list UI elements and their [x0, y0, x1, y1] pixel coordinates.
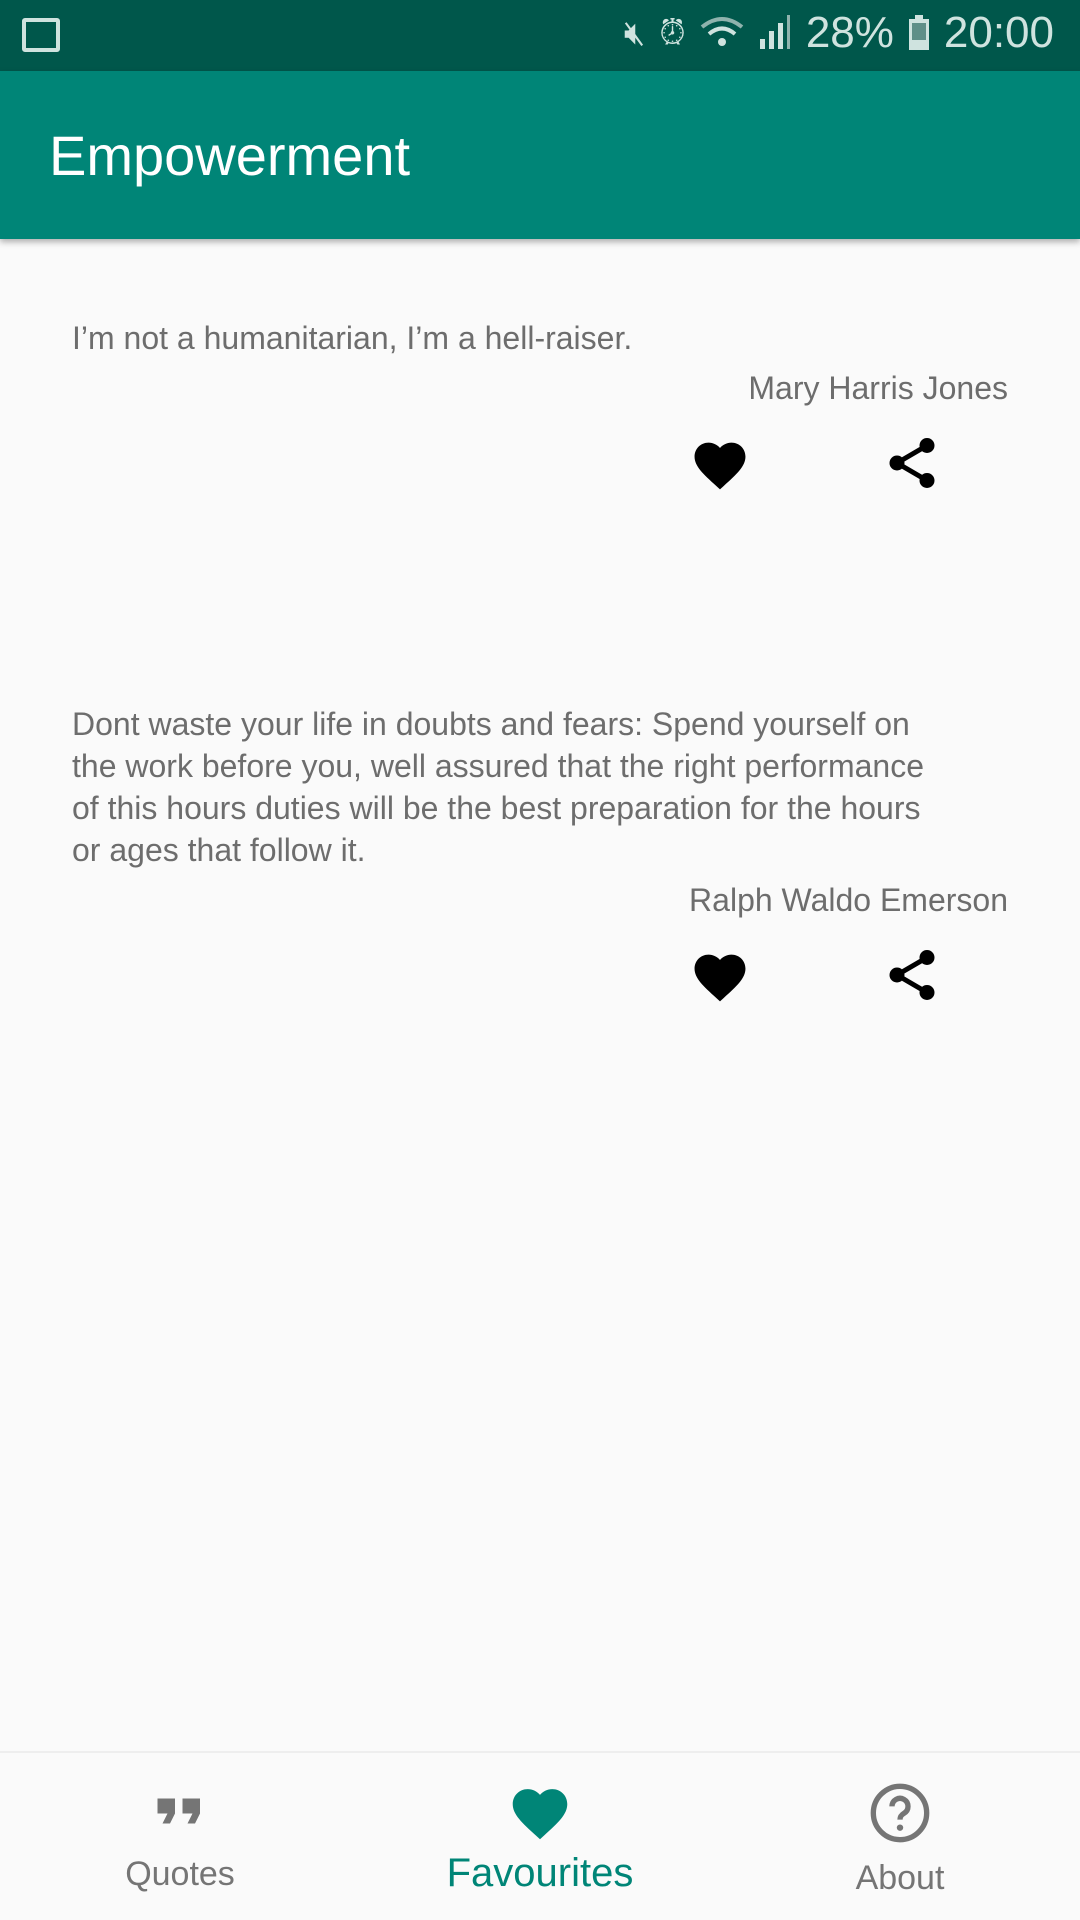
- battery-icon: [908, 15, 929, 50]
- share-button[interactable]: [872, 423, 952, 503]
- page-title: Empowerment: [49, 124, 411, 187]
- status-bar: 🔇︎ ⏰︎ 28% 20:00: [0, 0, 1080, 71]
- favourite-button[interactable]: [680, 935, 760, 1015]
- wifi-icon: [700, 17, 744, 46]
- quote-text: Dont waste your life in doubts and fears…: [72, 706, 924, 868]
- clock: 20:00: [943, 8, 1054, 57]
- help-icon: [870, 1783, 930, 1843]
- quote-icon: [157, 1798, 200, 1824]
- heart-icon: [512, 1789, 568, 1840]
- heart-icon: [694, 954, 746, 1002]
- heart-icon: [694, 442, 746, 490]
- app-bar: Empowerment: [0, 71, 1080, 239]
- nav-label: About: [855, 1859, 945, 1897]
- quote-author: Ralph Waldo Emerson: [689, 882, 1008, 918]
- share-icon: [889, 950, 935, 1000]
- alarm-icon: ⏰︎: [659, 13, 686, 52]
- nav-tab-favourites[interactable]: Favourites: [360, 1753, 720, 1920]
- share-icon: [889, 438, 935, 488]
- signal-icon: [759, 15, 790, 49]
- battery-percent: 28%: [805, 8, 894, 57]
- nav-tab-about[interactable]: About: [720, 1753, 1080, 1920]
- nav-tab-quotes[interactable]: Quotes: [0, 1753, 360, 1920]
- image-icon: [22, 18, 60, 52]
- nav-label: Quotes: [125, 1855, 235, 1893]
- quote-author: Mary Harris Jones: [748, 370, 1008, 406]
- quote-card: Dont waste your life in doubts and fears…: [72, 703, 1008, 1025]
- nav-label: Favourites: [446, 1851, 634, 1895]
- mute-icon: 🔇︎: [623, 13, 646, 52]
- quote-text: I’m not a humanitarian, I’m a hell-raise…: [72, 320, 633, 356]
- quote-card: I’m not a humanitarian, I’m a hell-raise…: [72, 317, 1008, 513]
- favourite-button[interactable]: [680, 423, 760, 503]
- share-button[interactable]: [872, 935, 952, 1015]
- bottom-navigation: Quotes Favourites About: [0, 1751, 1080, 1920]
